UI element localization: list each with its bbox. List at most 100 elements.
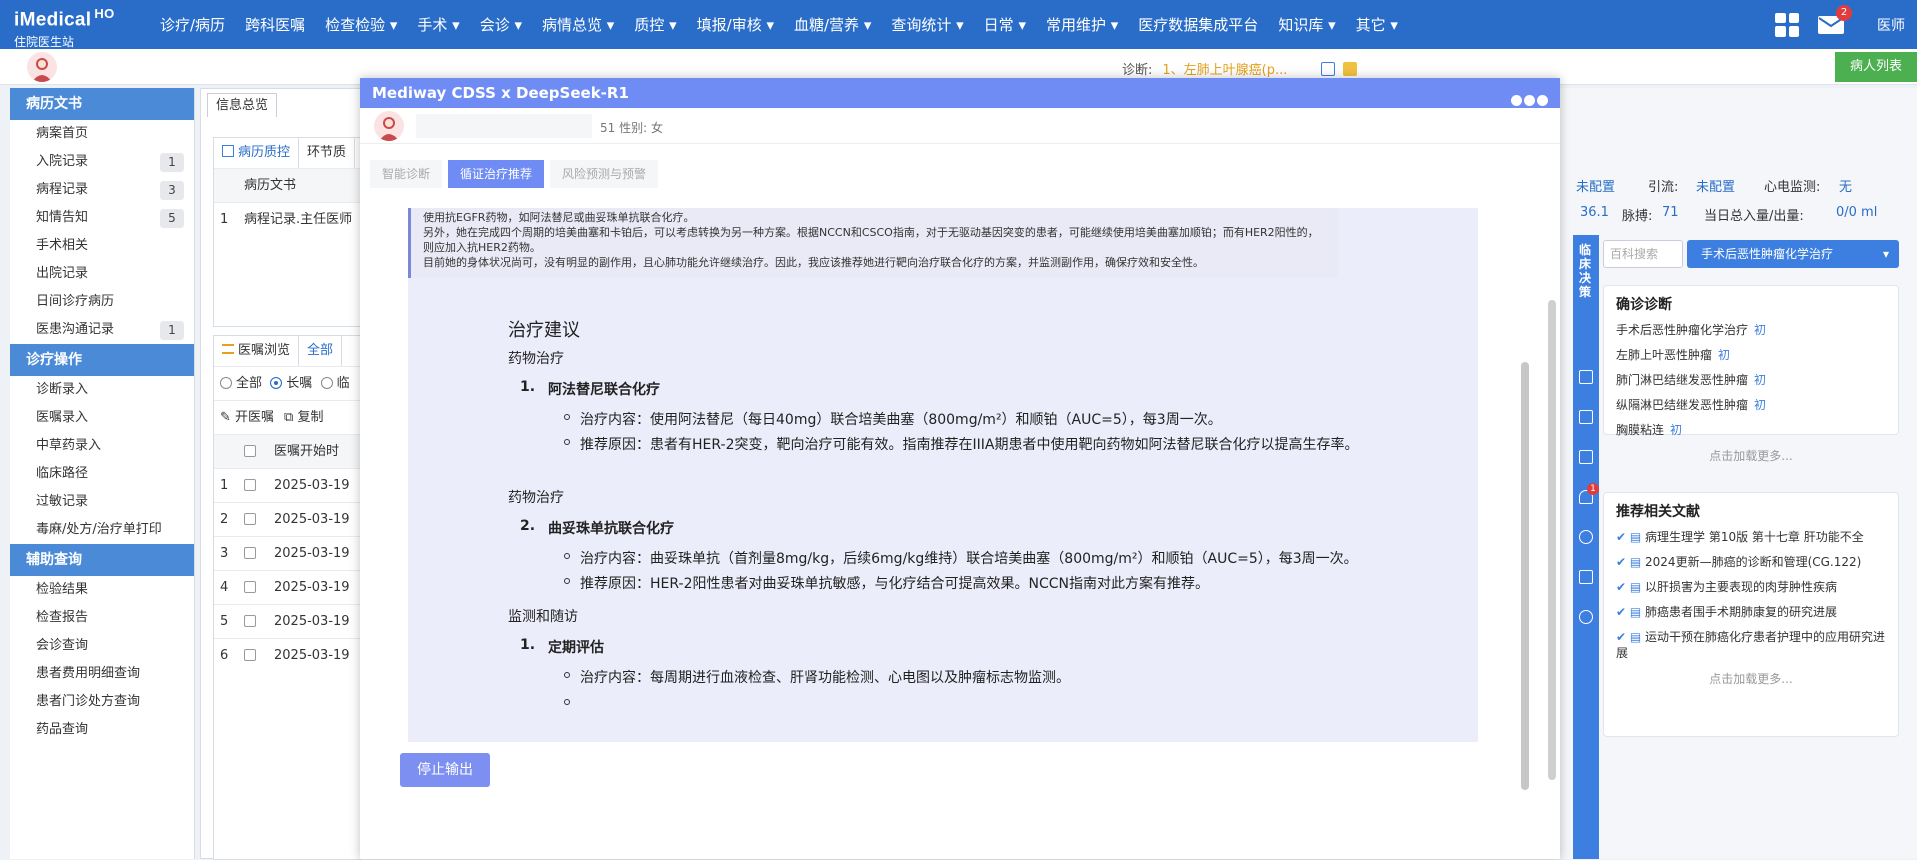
- sidebar-item[interactable]: 临床路径: [10, 460, 194, 488]
- menu-item[interactable]: 查询统计 ▾: [881, 14, 973, 35]
- menu-item[interactable]: 质控 ▾: [624, 14, 686, 35]
- id-card-icon[interactable]: [1321, 62, 1336, 76]
- select-all-checkbox[interactable]: [244, 445, 256, 457]
- menu-item[interactable]: 知识库 ▾: [1268, 14, 1345, 35]
- table-row[interactable]: 1 病程记录.主任医师: [214, 202, 362, 236]
- row-checkbox[interactable]: [244, 479, 256, 491]
- row-checkbox[interactable]: [244, 615, 256, 627]
- diagnosis-value[interactable]: 1、左肺上叶腺癌(p...: [1162, 63, 1287, 78]
- literature-item[interactable]: ✔ ▤ 运动干预在肺癌化疗患者护理中的应用研究进展: [1616, 629, 1886, 661]
- sidebar-item[interactable]: 病案首页: [10, 120, 194, 148]
- menu-item[interactable]: 跨科医嘱: [235, 14, 315, 35]
- modal-scrollbar[interactable]: [1546, 150, 1558, 830]
- tab-record-qc[interactable]: 病历质控: [214, 138, 300, 168]
- row-checkbox[interactable]: [244, 547, 256, 559]
- row-checkbox[interactable]: [244, 649, 256, 661]
- menu-item[interactable]: 常用维护 ▾: [1036, 14, 1128, 35]
- sidebar-item[interactable]: 药品查询: [10, 716, 194, 744]
- sidebar-item[interactable]: 医嘱录入: [10, 404, 194, 432]
- sidebar-item[interactable]: 过敏记录: [10, 488, 194, 516]
- menu-item[interactable]: 填报/审核 ▾: [687, 14, 784, 35]
- sidebar-section-title[interactable]: 病历文书: [10, 88, 194, 120]
- menu-item[interactable]: 检查检验 ▾: [315, 14, 407, 35]
- menu-item[interactable]: 日常 ▾: [974, 14, 1036, 35]
- tab-all[interactable]: 全部: [299, 336, 343, 366]
- table-row[interactable]: 3 2025-03-19: [214, 536, 362, 570]
- content-scrollbar-thumb[interactable]: [1521, 362, 1529, 790]
- diagnosis-item[interactable]: 手术后恶性肿瘤化学治疗初: [1616, 322, 1886, 338]
- sidebar-item[interactable]: 检查报告: [10, 604, 194, 632]
- sidebar-item[interactable]: 诊断录入: [10, 376, 194, 404]
- menu-item[interactable]: 血糖/营养 ▾: [784, 14, 881, 35]
- load-more-link[interactable]: 点击加载更多...: [1616, 447, 1886, 464]
- tab-info-overview[interactable]: 信息总览: [207, 93, 278, 117]
- sidebar-item[interactable]: 病程记录 3: [10, 176, 194, 204]
- radio-temp[interactable]: [320, 377, 333, 389]
- table-row[interactable]: 4 2025-03-19: [214, 570, 362, 604]
- sidebar-item[interactable]: 会诊查询: [10, 632, 194, 660]
- tab-orders-browse[interactable]: 医嘱浏览: [214, 336, 300, 366]
- content-scrollbar[interactable]: [1518, 208, 1532, 832]
- patient-list-button[interactable]: 病人列表: [1835, 52, 1917, 82]
- row-checkbox[interactable]: [244, 513, 256, 525]
- diagnosis-item[interactable]: 左肺上叶恶性肿瘤初: [1616, 347, 1886, 363]
- info-icon[interactable]: [1343, 62, 1358, 76]
- calendar-icon[interactable]: [1579, 450, 1593, 464]
- new-order-button[interactable]: ✎ 开医嘱: [220, 410, 274, 425]
- clipboard-icon[interactable]: [1579, 410, 1593, 424]
- brand-logo[interactable]: iMedical HO 住院医生站: [14, 6, 144, 50]
- mail-icon[interactable]: 2: [1817, 4, 1852, 35]
- clinical-decision-strip[interactable]: 临床决策 1: [1573, 235, 1599, 859]
- table-row[interactable]: 6 2025-03-19: [214, 638, 362, 672]
- sidebar-item[interactable]: 知情告知 5: [10, 204, 194, 232]
- table-row[interactable]: 1 2025-03-19: [214, 468, 362, 502]
- username[interactable]: 医师: [1877, 15, 1905, 35]
- diagnosis-select[interactable]: 手术后恶性肿瘤化学治疗 ▾: [1687, 240, 1899, 268]
- radio-all[interactable]: [220, 377, 232, 389]
- patient-avatar[interactable]: [27, 52, 57, 82]
- sidebar-section-title[interactable]: 诊疗操作: [10, 344, 194, 376]
- apps-grid-icon[interactable]: [1775, 12, 1799, 37]
- tab-evidence-treatment[interactable]: 循证治疗推荐: [448, 160, 545, 188]
- sidebar-item[interactable]: 入院记录 1: [10, 148, 194, 176]
- table-row[interactable]: 2 2025-03-19: [214, 502, 362, 536]
- document-icon[interactable]: [1579, 370, 1593, 384]
- sidebar-item[interactable]: 患者门诊处方查询: [10, 688, 194, 716]
- sidebar-item[interactable]: 手术相关: [10, 232, 194, 260]
- stop-output-button[interactable]: 停止输出: [400, 753, 490, 787]
- sidebar-item[interactable]: 患者费用明细查询: [10, 660, 194, 688]
- tab-risk-prediction[interactable]: 风险预测与预警: [550, 160, 659, 188]
- sidebar-item[interactable]: 检验结果: [10, 576, 194, 604]
- modal-scrollbar-thumb[interactable]: [1548, 300, 1556, 780]
- sidebar-item[interactable]: 医患沟通记录 1: [10, 316, 194, 344]
- diagnosis-item[interactable]: 肺门淋巴结继发恶性肿瘤初: [1616, 372, 1886, 388]
- sidebar-section-title[interactable]: 辅助查询: [10, 544, 194, 576]
- menu-item[interactable]: 医疗数据集成平台: [1128, 14, 1268, 35]
- encyclopedia-search-input[interactable]: 百科搜索: [1603, 240, 1683, 268]
- literature-item[interactable]: ✔ ▤ 2024更新—肺癌的诊断和管理(CG.122): [1616, 554, 1886, 570]
- sidebar-item[interactable]: 中草药录入: [10, 432, 194, 460]
- menu-item[interactable]: 诊疗/病历: [150, 14, 235, 35]
- row-checkbox[interactable]: [244, 581, 256, 593]
- menu-item[interactable]: 手术 ▾: [407, 14, 469, 35]
- sidebar-item[interactable]: 出院记录: [10, 260, 194, 288]
- table-row[interactable]: 5 2025-03-19: [214, 604, 362, 638]
- tab-smart-diagnosis[interactable]: 智能诊断: [370, 160, 443, 188]
- modal-title-bar[interactable]: Mediway CDSS x DeepSeek-R1: [360, 78, 1560, 108]
- user-icon[interactable]: [1579, 530, 1593, 544]
- radio-long[interactable]: [270, 377, 283, 389]
- approve-icon[interactable]: [1579, 610, 1593, 624]
- menu-item[interactable]: 病情总览 ▾: [532, 14, 624, 35]
- literature-item[interactable]: ✔ ▤ 肺癌患者围手术期肺康复的研究进展: [1616, 604, 1886, 620]
- tab-step-qc[interactable]: 环节质: [299, 138, 356, 168]
- diagnosis-item[interactable]: 胸膜粘连初: [1616, 422, 1886, 438]
- literature-item[interactable]: ✔ ▤ 病理生理学 第10版 第十七章 肝功能不全: [1616, 529, 1886, 545]
- menu-item[interactable]: 其它 ▾: [1346, 14, 1408, 35]
- diagnosis-item[interactable]: 纵隔淋巴结继发恶性肿瘤初: [1616, 397, 1886, 413]
- load-more-link[interactable]: 点击加载更多...: [1616, 670, 1886, 687]
- menu-item[interactable]: 会诊 ▾: [470, 14, 532, 35]
- copy-button[interactable]: ⧉ 复制: [284, 410, 323, 425]
- sidebar-item[interactable]: 毒麻/处方/治疗单打印: [10, 516, 194, 544]
- sidebar-item[interactable]: 日间诊疗病历: [10, 288, 194, 316]
- literature-item[interactable]: ✔ ▤ 以肝损害为主要表现的肉芽肿性疾病: [1616, 579, 1886, 595]
